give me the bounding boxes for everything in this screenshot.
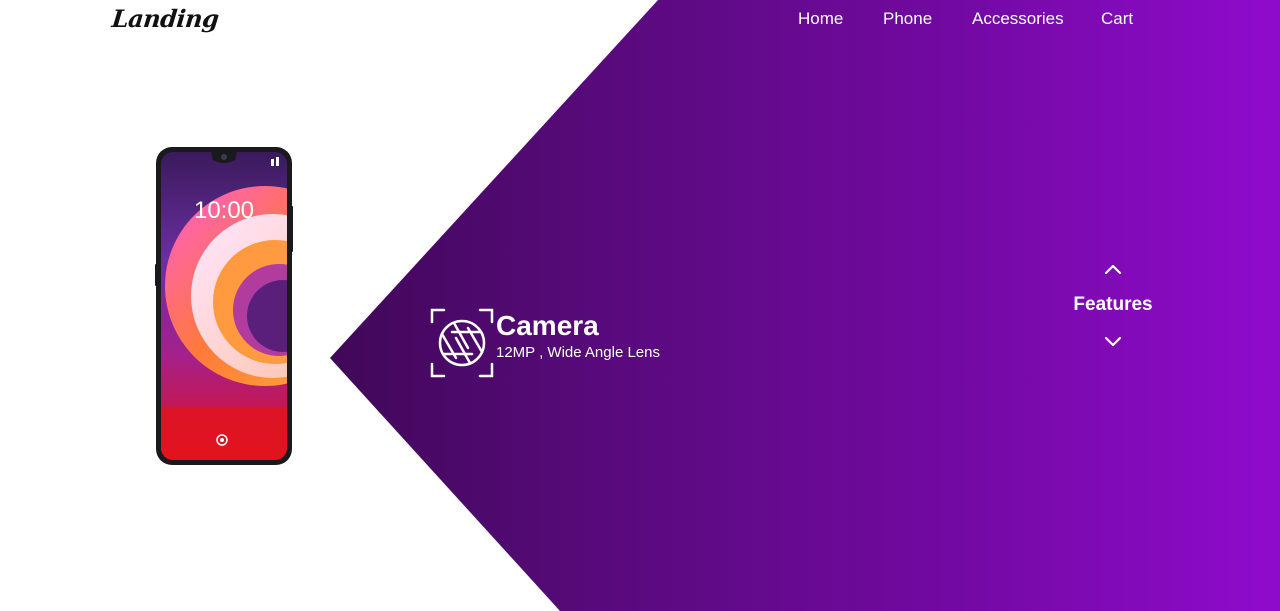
feature-title: Camera [496,310,599,341]
phone-image: 10:00 [155,147,293,465]
nav-cart-link[interactable]: Cart [1101,9,1133,29]
features-carousel: Features [1053,256,1173,356]
feature-subtitle: 12MP , Wide Angle Lens [496,344,660,361]
camera-aperture-icon [430,308,494,378]
nav-home-link[interactable]: Home [798,9,843,29]
chevron-up-icon[interactable] [1103,261,1123,277]
chevron-down-icon[interactable] [1103,334,1123,350]
nav-phone-link[interactable]: Phone [883,9,932,29]
carousel-label: Features [1073,294,1153,315]
feature-block: Camera 12MP , Wide Angle Lens [430,308,730,380]
phone-clock: 10:00 [194,197,254,224]
landing-page: Landing Home Phone Accessories Cart 10:0… [0,0,1280,611]
nav-accessories-link[interactable]: Accessories [972,9,1064,29]
main-nav: Home Phone Accessories Cart [0,9,1280,29]
